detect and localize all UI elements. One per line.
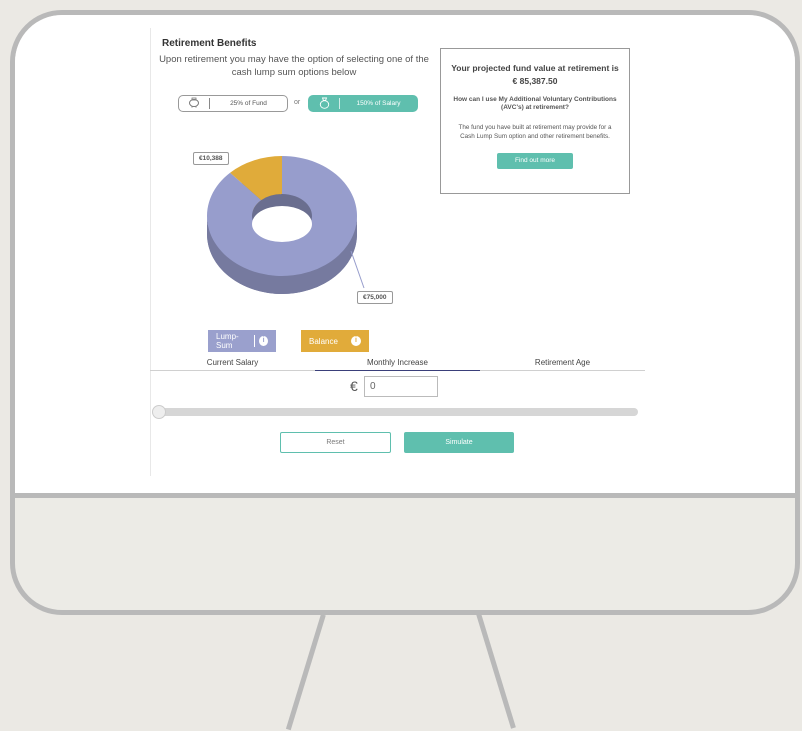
lump-sum-donut-chart <box>207 156 365 294</box>
avc-question: How can I use My Additional Voluntary Co… <box>453 96 617 111</box>
fund-box-title: Your projected fund value at retirement … <box>451 63 619 73</box>
tab-monthly-increase[interactable]: Monthly Increase <box>315 356 480 371</box>
option-fund-label: 25% of Fund <box>230 100 267 107</box>
lump-sum-leader-line <box>350 250 365 289</box>
info-icon[interactable]: i <box>259 336 268 346</box>
legend-lump-sum-label: Lump-Sum <box>216 332 239 350</box>
projected-fund-box: Your projected fund value at retirement … <box>440 48 630 194</box>
amount-slider-track[interactable] <box>160 408 638 416</box>
piggy-bank-icon <box>179 97 209 110</box>
option-25-fund-button[interactable]: 25% of Fund <box>178 95 288 112</box>
tab-current-salary[interactable]: Current Salary <box>150 356 315 370</box>
tab-retirement-age[interactable]: Retirement Age <box>480 356 645 370</box>
or-label: or <box>294 99 301 106</box>
find-out-more-button[interactable]: Find out more <box>497 153 573 169</box>
tab-bar: Current Salary Monthly Increase Retireme… <box>150 356 645 371</box>
intro-text: Upon retirement you may have the option … <box>159 54 429 78</box>
legend-balance-label: Balance <box>309 336 338 346</box>
separator <box>339 98 340 109</box>
monitor-stand-right <box>476 612 516 729</box>
legend-balance[interactable]: Balance i <box>301 330 369 352</box>
legend-lump-sum[interactable]: Lump-Sum i <box>208 330 276 352</box>
section-title: Retirement Benefits <box>162 38 257 49</box>
money-bag-icon <box>309 97 339 111</box>
option-150-salary-button[interactable]: 150% of Salary <box>308 95 418 112</box>
separator <box>254 335 256 347</box>
amount-input[interactable]: 0 <box>364 376 438 397</box>
simulate-button[interactable]: Simulate <box>404 432 514 453</box>
info-icon[interactable]: i <box>351 336 361 346</box>
separator <box>209 98 210 109</box>
fund-box-text: The fund you have built at retirement ma… <box>458 124 612 140</box>
balance-value-label: €10,388 <box>193 152 229 165</box>
fund-value: € 85,387.50 <box>512 76 558 86</box>
option-salary-label: 150% of Salary <box>356 100 401 107</box>
reset-button[interactable]: Reset <box>280 432 391 453</box>
currency-symbol: € <box>350 378 358 394</box>
amount-slider-thumb[interactable] <box>152 405 166 419</box>
lump-sum-value-label: €75,000 <box>357 291 393 304</box>
monitor-stand-left <box>285 614 326 731</box>
donut-hole <box>252 206 312 242</box>
